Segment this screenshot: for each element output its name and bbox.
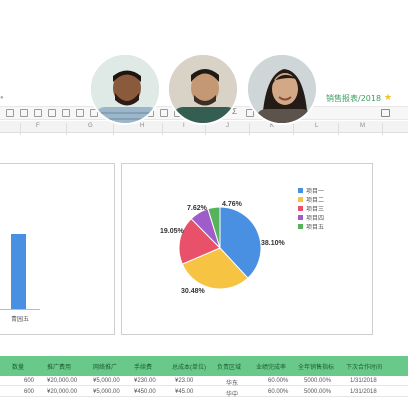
column-header[interactable]: J (226, 123, 229, 129)
legend-swatch (298, 197, 303, 202)
column-header[interactable]: L (315, 123, 318, 129)
table-cell[interactable]: ¥23.00 (175, 378, 193, 384)
paint-icon[interactable] (48, 109, 56, 117)
slice-label: 4.76% (222, 201, 242, 208)
table-header-cell[interactable]: 总成本(单位) (172, 362, 206, 371)
legend-label: 项目五 (306, 225, 325, 231)
legend-label: 项目四 (306, 216, 325, 222)
document-title[interactable]: 销售报表/2018 (326, 93, 381, 104)
table-cell[interactable]: 600 (24, 378, 34, 384)
table-header-cell[interactable]: 推广费用 (47, 362, 71, 371)
table-cell[interactable]: 华中 (226, 389, 238, 398)
star-icon[interactable]: ★ (384, 92, 392, 103)
slice-label: 38.10% (261, 240, 285, 247)
legend-swatch (298, 215, 303, 220)
legend-swatch (298, 224, 303, 229)
undo-icon[interactable] (6, 109, 14, 117)
table-header-cell[interactable]: 全年销售指标 (298, 362, 334, 371)
chart-legend: 项目一 项目二 项目三 项目四 项目五 (298, 186, 324, 231)
slice-label: 30.48% (181, 288, 205, 295)
data-table: 数量 推广费用 网络推广 手续费 总成本(单位) 负责区域 业绩完成率 全年销售… (0, 356, 408, 409)
bar-axis (0, 309, 40, 310)
legend-item: 项目五 (298, 222, 324, 231)
table-cell[interactable]: 600 (24, 389, 34, 395)
table-cell[interactable]: ¥45.00 (175, 389, 193, 395)
slice-label: 7.62% (187, 205, 207, 212)
bar-category-label: 青园五 (11, 317, 30, 323)
legend-item: 项目四 (298, 213, 324, 222)
table-cell[interactable]: 60.00% (268, 389, 288, 395)
column-header[interactable]: M (360, 123, 365, 129)
bar-chart[interactable]: 青园五 (0, 163, 115, 335)
table-cell[interactable]: 5000.00% (304, 389, 331, 395)
column-header[interactable]: I (183, 123, 185, 129)
slice-label: 19.05% (160, 228, 184, 235)
table-header: 数量 推广费用 网络推广 手续费 总成本(单位) 负责区域 业绩完成率 全年销售… (0, 356, 408, 376)
column-header[interactable]: H (140, 123, 144, 129)
table-cell[interactable]: ¥5,000.00 (93, 389, 120, 395)
italic-icon[interactable] (76, 109, 84, 117)
pie-chart-svg (178, 206, 262, 290)
collaborator-avatar[interactable] (167, 53, 239, 125)
menu-dot: ● (0, 95, 4, 101)
table-cell[interactable]: ¥450.00 (134, 389, 156, 395)
table-cell[interactable]: ¥20,000.00 (47, 389, 77, 395)
table-cell[interactable]: ¥230.00 (134, 378, 156, 384)
table-cell[interactable]: 1/31/2018 (350, 378, 377, 384)
table-header-cell[interactable]: 数量 (12, 362, 24, 371)
collaborator-avatar[interactable] (246, 53, 318, 125)
legend-label: 项目二 (306, 198, 325, 204)
bold-icon[interactable] (62, 109, 70, 117)
table-row[interactable]: 600 ¥20,000.00 ¥5,000.00 ¥450.00 ¥45.00 … (0, 387, 408, 398)
legend-swatch (298, 206, 303, 211)
legend-item: 项目一 (298, 186, 324, 195)
spreadsheet-window: ● 销售报表/2018 ★ Σ F G H I J K L M 青园五 7.62… (0, 90, 408, 409)
legend-swatch (298, 188, 303, 193)
table-header-cell[interactable]: 手续费 (134, 362, 152, 371)
table-cell[interactable]: ¥20,000.00 (47, 378, 77, 384)
pie-chart[interactable]: 7.62% 4.76% 19.05% 38.10% 30.48% 项目一 项目二… (121, 163, 373, 335)
table-header-cell[interactable]: 下次合作时间 (346, 362, 382, 371)
column-header[interactable]: G (88, 123, 93, 129)
align-icon[interactable] (160, 109, 168, 117)
table-header-cell[interactable]: 网络推广 (93, 362, 117, 371)
collaborator-avatar[interactable] (89, 53, 161, 125)
table-cell[interactable]: ¥5,000.00 (93, 378, 120, 384)
table-header-cell[interactable]: 业绩完成率 (256, 362, 286, 371)
table-cell[interactable]: 华东 (226, 378, 238, 387)
table-cell[interactable]: 1/31/2018 (350, 389, 377, 395)
table-row[interactable]: 600 ¥20,000.00 ¥5,000.00 ¥230.00 ¥23.00 … (0, 376, 408, 387)
redo-icon[interactable] (20, 109, 28, 117)
format-icon[interactable] (34, 109, 42, 117)
table-cell[interactable]: 60.00% (268, 378, 288, 384)
table-header-cell[interactable]: 负责区域 (217, 362, 241, 371)
legend-label: 项目三 (306, 207, 325, 213)
column-header[interactable]: F (36, 123, 40, 129)
table-cell[interactable]: 5000.00% (304, 378, 331, 384)
legend-item: 项目三 (298, 204, 324, 213)
panel-icon[interactable] (381, 109, 390, 117)
bar (11, 234, 26, 309)
legend-label: 项目一 (306, 189, 325, 195)
legend-item: 项目二 (298, 195, 324, 204)
